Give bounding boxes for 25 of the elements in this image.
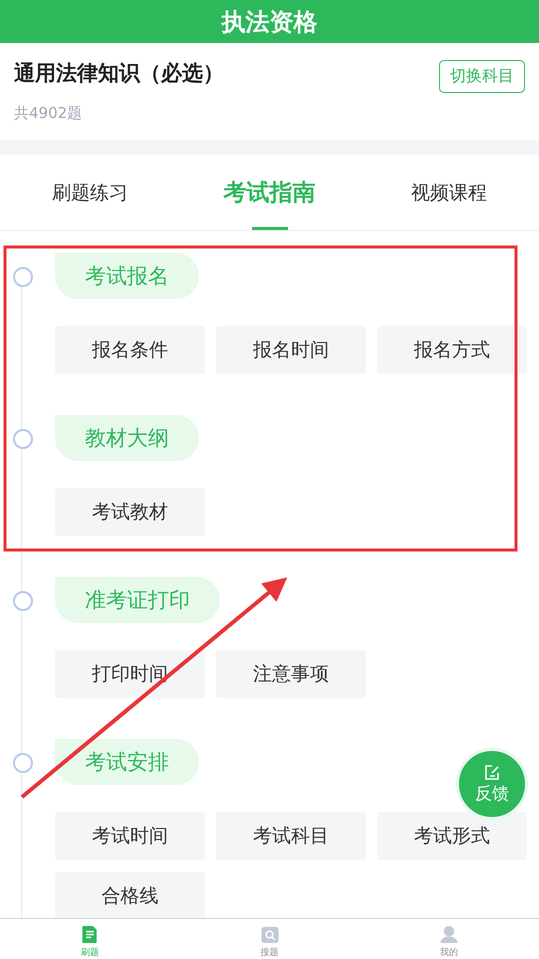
guide-item[interactable]: 考试时间 — [55, 812, 205, 860]
section-title: 考试安排 — [55, 739, 199, 785]
guide-item[interactable]: 考试形式 — [377, 812, 527, 860]
subject-name: 通用法律知识（必选） — [14, 60, 224, 87]
guide-item[interactable]: 注意事项 — [216, 650, 366, 698]
tab[interactable]: 视频课程 — [359, 155, 539, 230]
section-title: 准考证打印 — [55, 577, 220, 623]
page-title: 执法资格 — [222, 6, 318, 38]
guide-item[interactable]: 报名条件 — [55, 326, 205, 374]
guide-item[interactable]: 合格线 — [55, 872, 205, 918]
person-icon — [439, 925, 460, 944]
timeline-dot — [13, 429, 33, 449]
tab[interactable]: 刷题练习 — [0, 155, 180, 230]
timeline-dot — [13, 267, 33, 287]
section-title: 教材大纲 — [55, 415, 199, 461]
edit-icon — [483, 764, 501, 782]
section-title: 考试报名 — [55, 253, 199, 299]
timeline-dot — [13, 753, 33, 773]
guide-item[interactable]: 考试科目 — [216, 812, 366, 860]
question-count: 共4902题 — [14, 104, 84, 123]
timeline-dot — [13, 591, 33, 611]
search-icon — [260, 925, 280, 944]
guide-item[interactable]: 报名时间 — [216, 326, 366, 374]
guide-item[interactable]: 报名方式 — [377, 326, 527, 374]
guide-item[interactable]: 考试教材 — [55, 488, 205, 536]
